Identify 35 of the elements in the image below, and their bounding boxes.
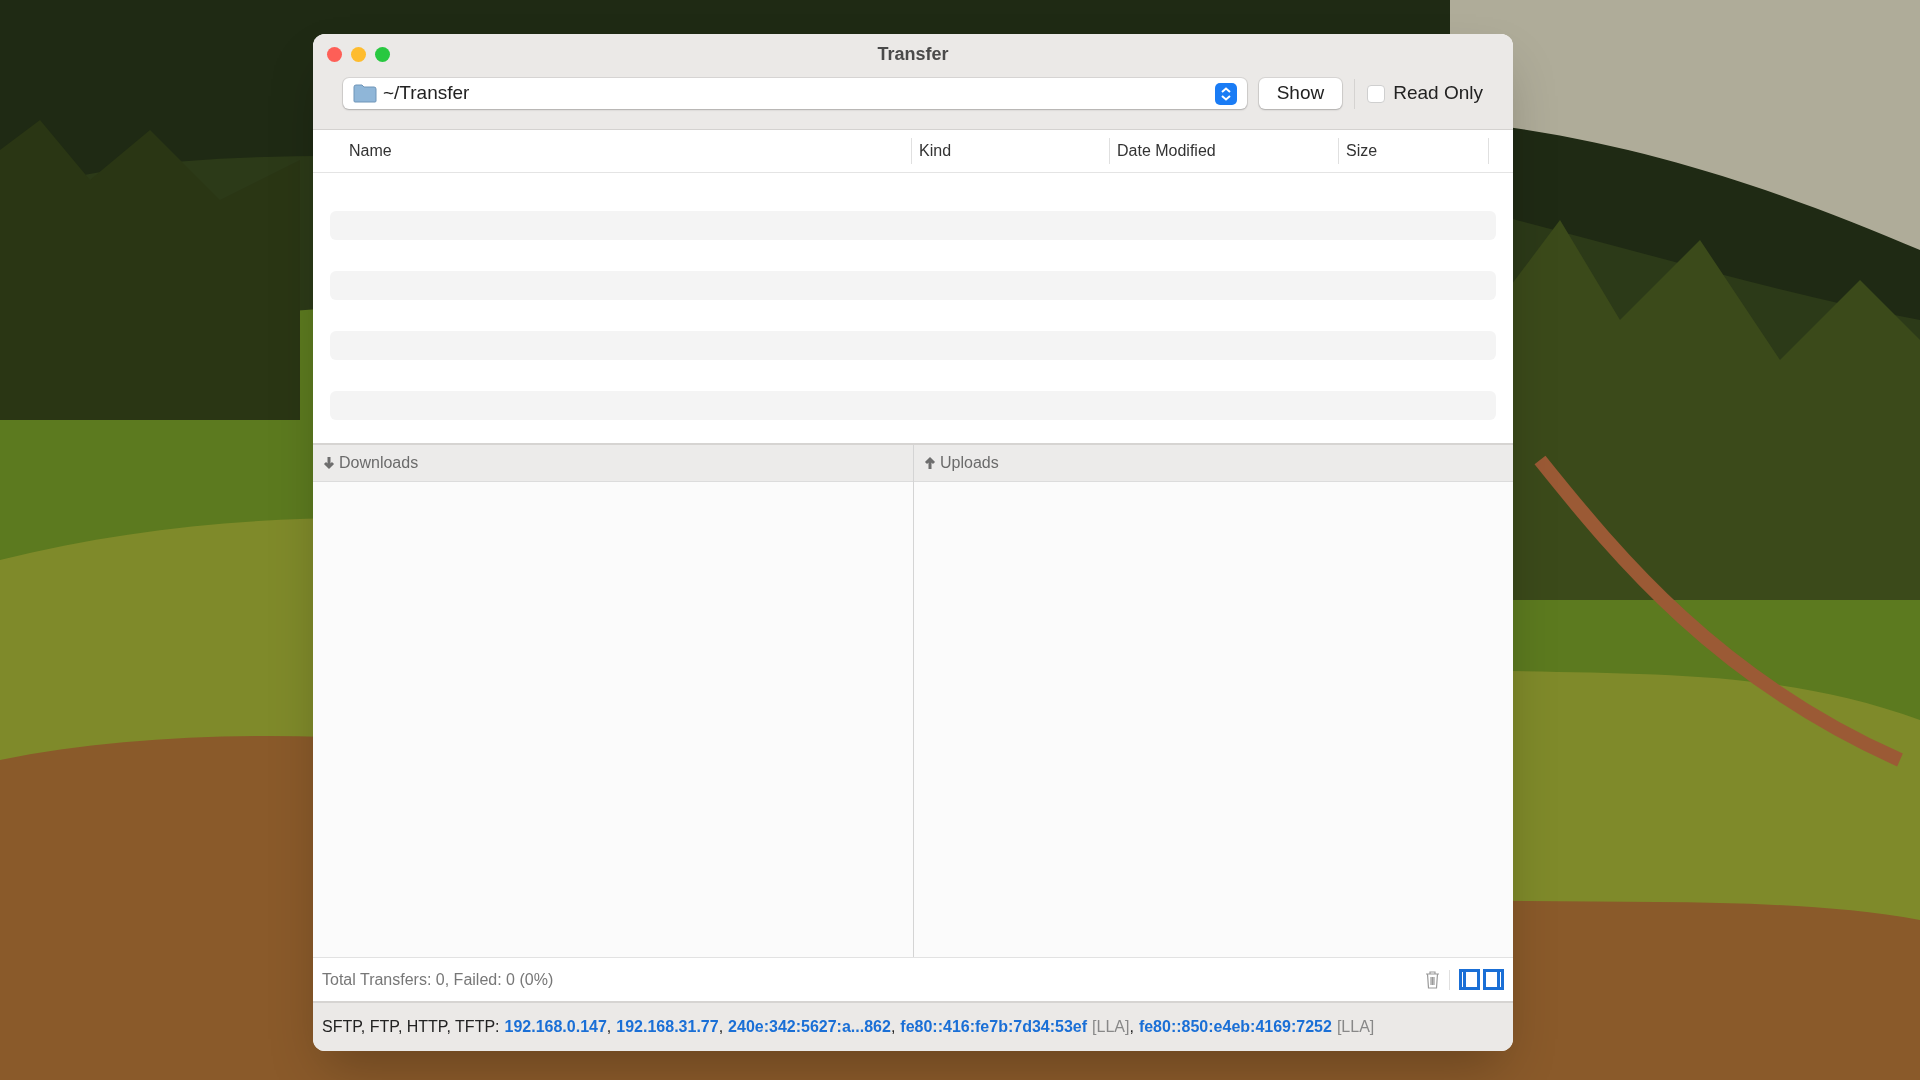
trash-icon[interactable]	[1425, 970, 1440, 989]
address-link[interactable]: 240e:342:5627:a...862	[728, 1015, 891, 1039]
left-pane-toggle[interactable]	[1459, 969, 1480, 990]
address-link[interactable]: 192.168.0.147	[504, 1015, 607, 1039]
separator: ,	[606, 1017, 612, 1037]
column-header: Kind	[919, 141, 952, 161]
separator: ,	[1129, 1017, 1134, 1037]
folder-popup[interactable]: ~/Transfer	[343, 78, 1247, 109]
right-pane-toggle[interactable]	[1483, 969, 1504, 990]
up-arrow-icon	[924, 456, 936, 470]
show-button[interactable]: Show	[1258, 78, 1343, 109]
folder-path: ~/Transfer	[383, 81, 471, 106]
column-header: Name	[349, 141, 392, 161]
address-link[interactable]: fe80::416:fe7b:7d34:53ef	[900, 1015, 1088, 1039]
address-tag: [LLA]	[1092, 1015, 1130, 1039]
zoom-button[interactable]	[375, 47, 390, 62]
address-tag: [LLA]	[1336, 1015, 1375, 1039]
minimize-button[interactable]	[351, 47, 366, 62]
pane-title: Downloads	[339, 453, 419, 473]
read-only-checkbox[interactable]	[1367, 84, 1386, 103]
stepper-icon	[1214, 82, 1237, 105]
separator: ,	[718, 1017, 724, 1037]
address-link[interactable]: fe80::850:e4eb:4169:7252	[1138, 1015, 1332, 1039]
transfer-summary: Total Transfers: 0, Failed: 0 (0%)	[322, 969, 555, 990]
pane-title: Uploads	[940, 453, 999, 473]
address-link[interactable]: 192.168.31.77	[616, 1015, 719, 1039]
close-button[interactable]	[327, 47, 342, 62]
column-header: Date Modified	[1117, 141, 1216, 161]
read-only-label: Read Only	[1393, 81, 1483, 106]
separator: ,	[890, 1017, 896, 1037]
column-header: Size	[1346, 141, 1378, 161]
down-arrow-icon	[323, 456, 335, 470]
protocol-label: SFTP, FTP, HTTP, TFTP:	[322, 1017, 500, 1037]
window-title: Transfer	[877, 42, 949, 66]
folder-icon	[353, 84, 377, 103]
